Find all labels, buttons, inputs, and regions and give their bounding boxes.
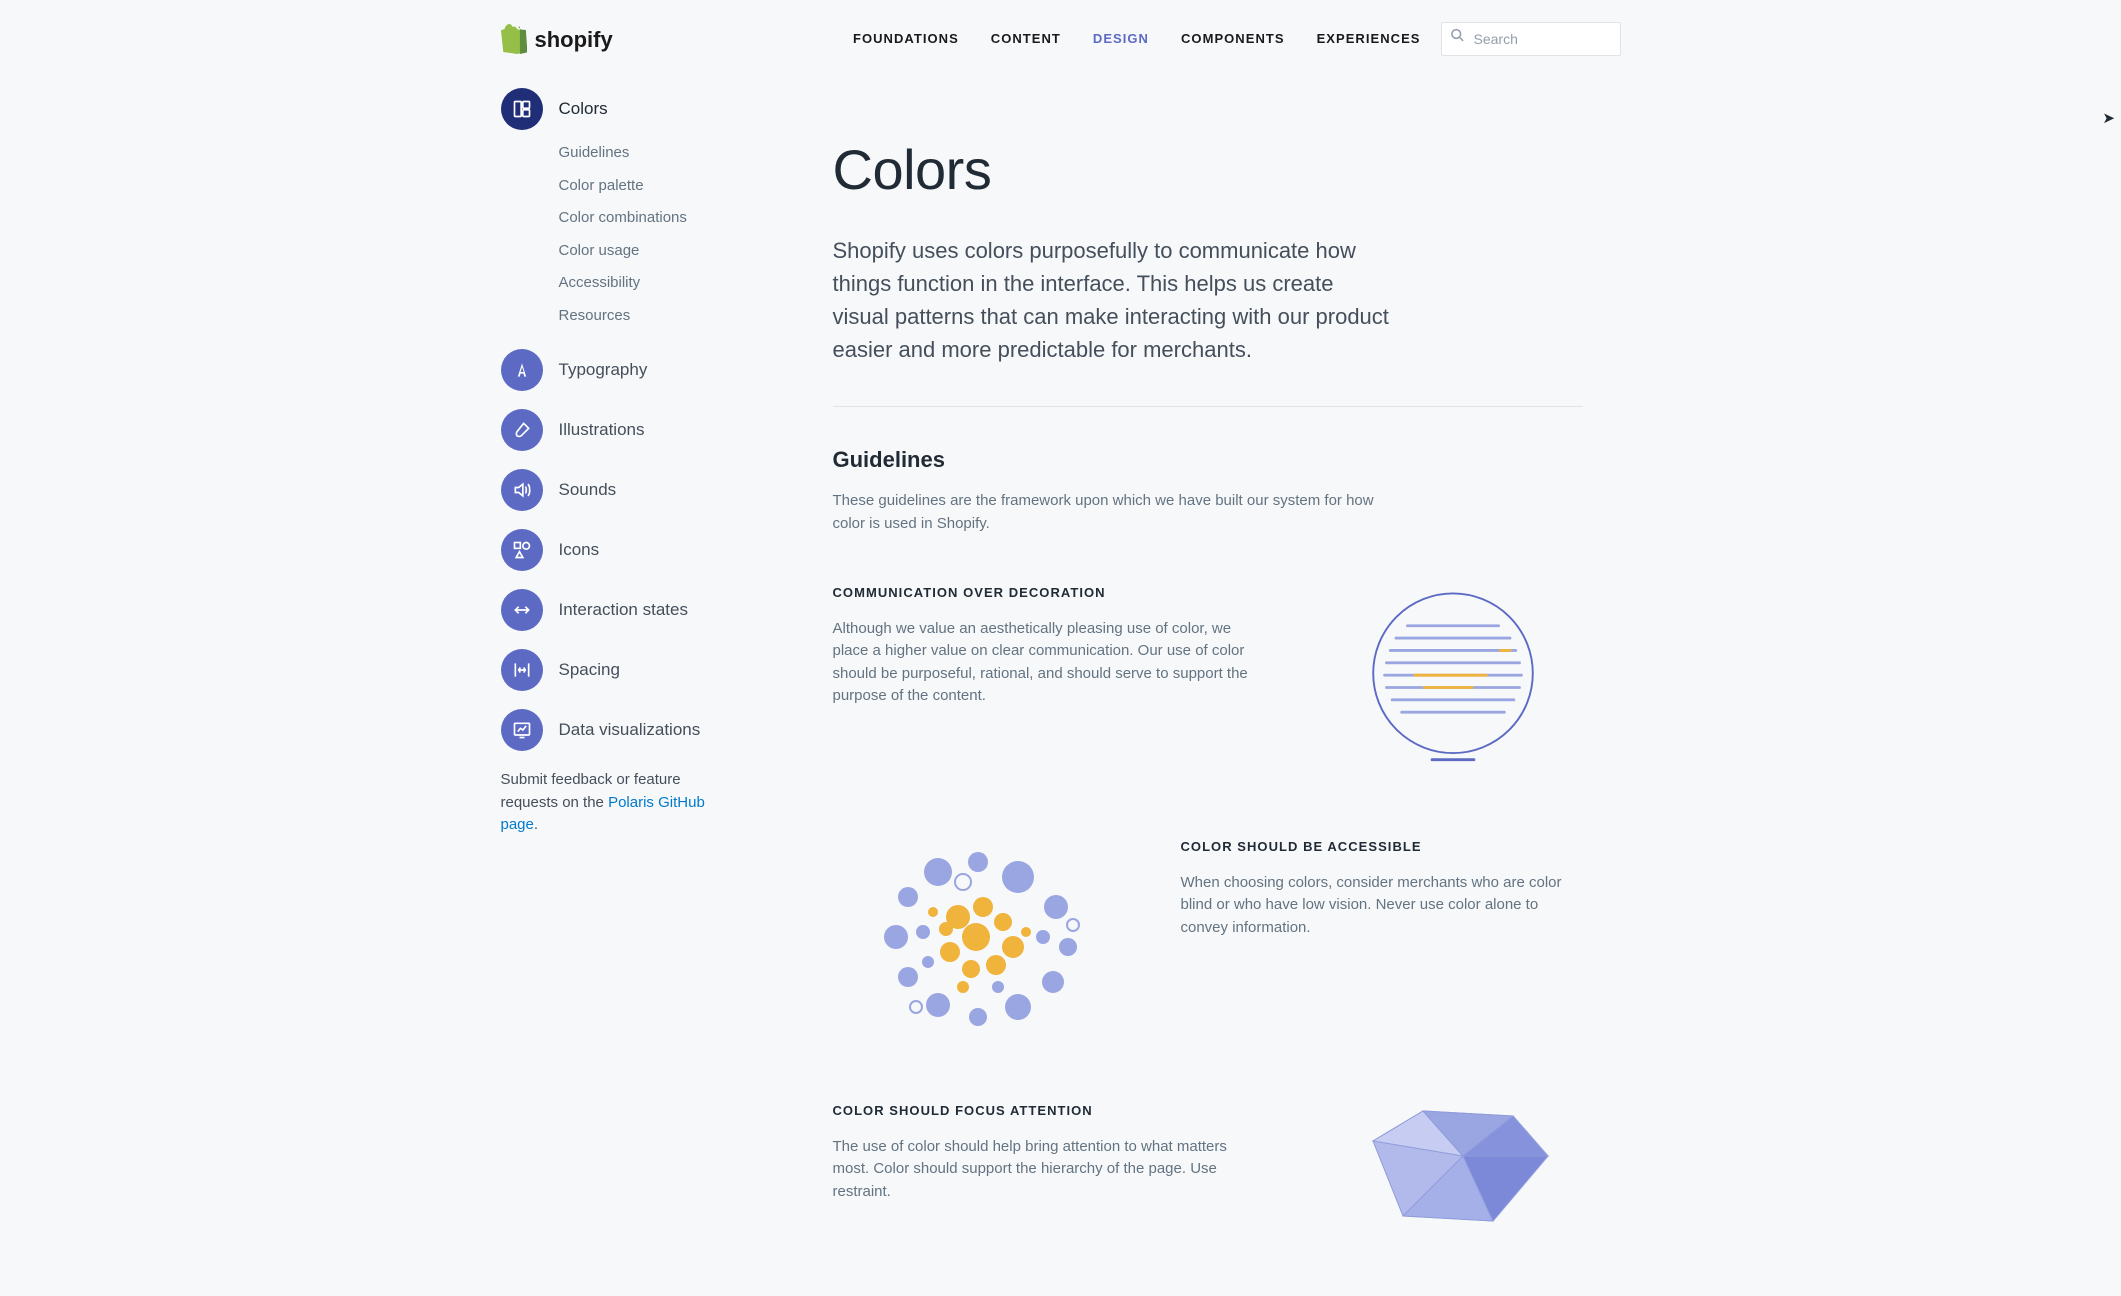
illustration-gem [1323,1101,1583,1241]
sound-icon [501,469,543,511]
brand-logo[interactable]: shopify [501,23,613,56]
sidebar-item-label: Data visualizations [559,717,701,743]
sidebar-item-label: Interaction states [559,597,688,623]
feedback-note: Submit feedback or feature requests on t… [501,769,741,837]
chart-icon [501,709,543,751]
subnav-accessibility[interactable]: Accessibility [559,272,761,295]
block-kicker: COLOR SHOULD BE ACCESSIBLE [1181,837,1583,857]
resize-icon [501,589,543,631]
sidebar-subnav-colors: Guidelines Color palette Color combinati… [559,142,761,327]
nav-experiences[interactable]: EXPERIENCES [1315,23,1423,55]
sidebar-item-icons[interactable]: Icons [501,529,761,571]
shopify-bag-icon [501,24,527,54]
sidebar-item-label: Sounds [559,477,617,503]
page-lead: Shopify uses colors purposefully to comm… [833,234,1393,366]
subnav-guidelines[interactable]: Guidelines [559,142,761,165]
section-subtitle: These guidelines are the framework upon … [833,490,1393,535]
guideline-block-communication: COMMUNICATION OVER DECORATION Although w… [833,583,1583,773]
subnav-color-combinations[interactable]: Color combinations [559,207,761,230]
palette-icon [501,88,543,130]
guideline-block-focus-attention: COLOR SHOULD FOCUS ATTENTION The use of … [833,1101,1583,1241]
illustration-ishihara-dots [833,837,1133,1037]
sidebar-item-label: Illustrations [559,417,645,443]
subnav-resources[interactable]: Resources [559,305,761,328]
brand-name: shopify [535,23,613,56]
sidebar-item-typography[interactable]: Typography [501,349,761,391]
sidebar-item-label: Typography [559,357,648,383]
block-body: Although we value an aesthetically pleas… [833,618,1253,708]
search-input[interactable] [1472,30,1612,48]
subnav-color-usage[interactable]: Color usage [559,240,761,263]
main-content: Colors Shopify uses colors purposefully … [833,88,1583,1241]
nav-design[interactable]: DESIGN [1091,23,1151,55]
sidebar-item-colors[interactable]: Colors [501,88,761,130]
block-body: When choosing colors, consider merchants… [1181,872,1583,940]
section-title: Guidelines [833,443,1583,476]
mouse-cursor: ➤ [2102,108,2115,131]
feedback-suffix: . [534,816,538,833]
shapes-icon [501,529,543,571]
sidebar-item-spacing[interactable]: Spacing [501,649,761,691]
spacing-icon [501,649,543,691]
sidebar-item-label: Icons [559,537,600,563]
sidebar-item-illustrations[interactable]: Illustrations [501,409,761,451]
top-nav: FOUNDATIONS CONTENT DESIGN COMPONENTS EX… [851,23,1423,55]
sidebar-item-label: Colors [559,96,608,122]
illustration-magnifier [1323,583,1583,773]
search-box[interactable] [1441,22,1621,56]
nav-foundations[interactable]: FOUNDATIONS [851,23,961,55]
brush-icon [501,409,543,451]
sidebar-item-label: Spacing [559,657,620,683]
typography-icon [501,349,543,391]
nav-components[interactable]: COMPONENTS [1179,23,1287,55]
block-kicker: COMMUNICATION OVER DECORATION [833,583,1275,603]
nav-content[interactable]: CONTENT [989,23,1063,55]
sidebar: Colors Guidelines Color palette Color co… [501,88,761,837]
block-body: The use of color should help bring atten… [833,1136,1253,1204]
sidebar-item-sounds[interactable]: Sounds [501,469,761,511]
sidebar-item-data-visualizations[interactable]: Data visualizations [501,709,761,751]
subnav-color-palette[interactable]: Color palette [559,175,761,198]
divider [833,406,1583,407]
block-kicker: COLOR SHOULD FOCUS ATTENTION [833,1101,1275,1121]
guideline-block-accessible: COLOR SHOULD BE ACCESSIBLE When choosing… [833,837,1583,1037]
sidebar-item-interaction-states[interactable]: Interaction states [501,589,761,631]
page-title: Colors [833,128,1583,212]
search-icon [1450,28,1465,51]
